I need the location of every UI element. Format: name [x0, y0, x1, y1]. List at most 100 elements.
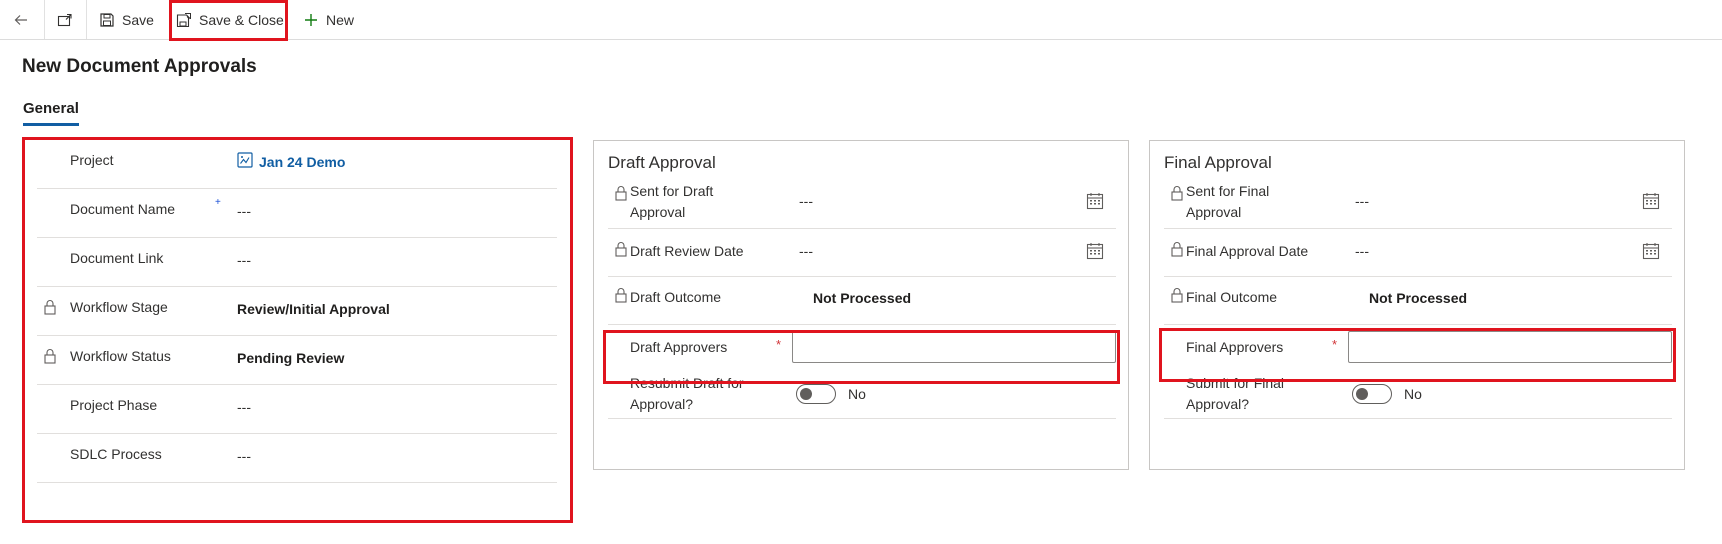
sent-for-final-value: --- — [1355, 193, 1369, 209]
draft-review-date-row: Draft Review Date --- — [608, 229, 1116, 277]
resubmit-draft-row: Resubmit Draft for Approval? No — [608, 371, 1116, 419]
lock-icon — [1170, 241, 1184, 257]
tab-general[interactable]: General — [23, 100, 79, 126]
toolbar-divider — [44, 0, 45, 39]
document-name-row: Document Name + --- — [37, 189, 557, 238]
sent-for-draft-label-line2: Approval — [630, 204, 686, 220]
project-label: Project — [70, 152, 114, 168]
lock-icon — [1170, 185, 1184, 201]
final-approval-section: Final Approval Sent for Final Approval --… — [1149, 140, 1685, 470]
final-outcome-value: Not Processed — [1369, 290, 1468, 306]
lock-icon — [614, 185, 628, 201]
project-link[interactable]: Jan 24 Demo — [237, 152, 345, 171]
workflow-status-label: Workflow Status — [70, 348, 171, 364]
final-approvers-input[interactable] — [1348, 331, 1672, 363]
sent-for-draft-label-line1: Sent for Draft — [630, 183, 714, 199]
final-approval-date-row: Final Approval Date --- — [1164, 229, 1672, 277]
draft-approval-section: Draft Approval Sent for Draft Approval --… — [593, 140, 1129, 470]
sent-for-draft-label: Sent for Draft Approval — [630, 181, 713, 223]
project-phase-field[interactable]: --- — [237, 399, 251, 415]
draft-review-date-value: --- — [799, 243, 813, 259]
save-close-icon — [175, 11, 193, 29]
toggle-knob — [1356, 388, 1368, 400]
calendar-icon[interactable] — [1642, 242, 1660, 260]
plus-icon — [302, 11, 320, 29]
save-icon — [98, 11, 116, 29]
document-link-label: Document Link — [70, 250, 164, 266]
draft-outcome-label: Draft Outcome — [630, 289, 722, 305]
resubmit-draft-label: Resubmit Draft for Approval? — [630, 373, 744, 415]
lock-icon — [1170, 287, 1184, 303]
toolbar-divider — [86, 0, 87, 39]
draft-review-date-label: Draft Review Date — [630, 243, 744, 259]
final-approval-title: Final Approval — [1164, 153, 1272, 172]
command-bar: Save Save & Close New — [0, 0, 1722, 40]
project-row: Project Jan 24 Demo — [37, 140, 557, 189]
lock-icon — [43, 299, 57, 315]
submit-final-row: Submit for Final Approval? No — [1164, 371, 1672, 419]
submit-final-label-line1: Submit for Final — [1186, 375, 1285, 391]
save-and-close-button[interactable]: Save & Close — [175, 0, 284, 39]
sent-for-draft-value: --- — [799, 193, 813, 209]
sent-for-final-label: Sent for Final Approval — [1186, 181, 1269, 223]
project-entity-icon — [237, 152, 253, 171]
calendar-icon[interactable] — [1086, 192, 1104, 210]
sdlc-process-label: SDLC Process — [70, 446, 162, 462]
final-approval-date-value: --- — [1355, 243, 1369, 259]
resubmit-draft-label-line1: Resubmit Draft for — [630, 375, 744, 391]
sent-for-draft-row: Sent for Draft Approval --- — [608, 181, 1116, 229]
submit-final-value: No — [1404, 386, 1422, 402]
resubmit-draft-label-line2: Approval? — [630, 396, 694, 412]
save-label: Save — [122, 11, 154, 28]
workflow-status-value: Pending Review — [237, 350, 345, 366]
document-name-label: Document Name — [70, 201, 176, 217]
sdlc-process-row: SDLC Process --- — [37, 434, 557, 483]
draft-approvers-label: Draft Approvers — [630, 339, 728, 355]
lock-icon — [614, 241, 628, 257]
sent-for-final-label-line1: Sent for Final — [1186, 183, 1270, 199]
new-button[interactable]: New — [302, 0, 354, 39]
workflow-stage-row: Workflow Stage Review/Initial Approval — [37, 287, 557, 336]
final-outcome-row: Final Outcome Not Processed — [1164, 277, 1672, 325]
final-approvers-row: Final Approvers * — [1164, 325, 1672, 371]
required-marker: * — [776, 337, 782, 352]
project-value: Jan 24 Demo — [259, 153, 346, 170]
project-phase-row: Project Phase --- — [37, 385, 557, 434]
back-button[interactable] — [12, 0, 32, 39]
popout-icon — [56, 11, 74, 29]
general-section: Project Jan 24 Demo Document Name + --- … — [25, 140, 570, 520]
page-title: New Document Approvals — [22, 56, 257, 77]
sdlc-process-field[interactable]: --- — [237, 448, 251, 464]
document-link-row: Document Link --- — [37, 238, 557, 287]
back-arrow-icon — [12, 11, 30, 29]
project-phase-label: Project Phase — [70, 397, 158, 413]
lock-icon — [43, 348, 57, 364]
recommended-marker: + — [215, 197, 221, 208]
calendar-icon[interactable] — [1642, 192, 1660, 210]
popout-button[interactable] — [56, 0, 76, 39]
final-outcome-label: Final Outcome — [1186, 289, 1278, 305]
draft-outcome-row: Draft Outcome Not Processed — [608, 277, 1116, 325]
workflow-status-row: Workflow Status Pending Review — [37, 336, 557, 385]
final-approval-date-label: Final Approval Date — [1186, 243, 1309, 259]
submit-final-toggle[interactable] — [1352, 384, 1392, 404]
draft-approvers-input[interactable] — [792, 331, 1116, 363]
draft-approvers-row: Draft Approvers * — [608, 325, 1116, 371]
toggle-knob — [800, 388, 812, 400]
resubmit-draft-toggle[interactable] — [796, 384, 836, 404]
sent-for-final-row: Sent for Final Approval --- — [1164, 181, 1672, 229]
save-and-close-label: Save & Close — [199, 11, 284, 28]
calendar-icon[interactable] — [1086, 242, 1104, 260]
workflow-stage-value: Review/Initial Approval — [237, 301, 390, 317]
draft-outcome-value: Not Processed — [813, 290, 912, 306]
sent-for-final-label-line2: Approval — [1186, 204, 1242, 220]
required-marker: * — [1332, 337, 1338, 352]
document-name-field[interactable]: --- — [237, 203, 251, 219]
resubmit-draft-value: No — [848, 386, 866, 402]
submit-final-label-line2: Approval? — [1186, 396, 1250, 412]
save-button[interactable]: Save — [98, 0, 154, 39]
lock-icon — [614, 287, 628, 303]
draft-approval-title: Draft Approval — [608, 153, 716, 172]
document-link-field[interactable]: --- — [237, 252, 251, 268]
final-approvers-label: Final Approvers — [1186, 339, 1284, 355]
